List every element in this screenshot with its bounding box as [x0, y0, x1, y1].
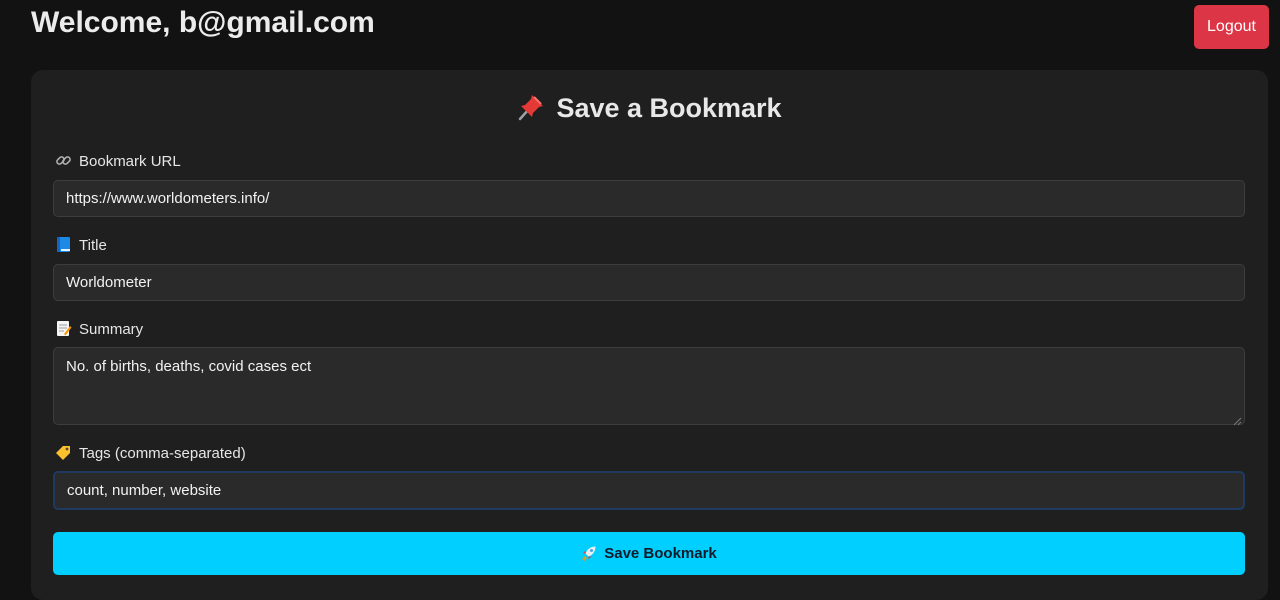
memo-icon	[55, 320, 72, 337]
pushpin-icon	[516, 92, 546, 122]
title-input[interactable]	[53, 264, 1245, 301]
link-icon	[55, 152, 72, 169]
form-title: Save a Bookmark	[0, 92, 1280, 124]
url-label: Bookmark URL	[55, 152, 181, 170]
logout-button[interactable]: Logout	[1194, 5, 1269, 49]
resize-grip-icon[interactable]	[1233, 413, 1242, 426]
tags-label: Tags (comma-separated)	[55, 444, 246, 462]
bookmark-form-card	[31, 70, 1268, 600]
summary-label-text: Summary	[79, 321, 144, 338]
tag-icon	[55, 444, 72, 461]
save-bookmark-button[interactable]: Save Bookmark	[53, 532, 1245, 575]
save-bookmark-label: Save Bookmark	[604, 545, 717, 562]
page-header: Welcome, b@gmail.com Logout	[0, 0, 1280, 60]
summary-textarea[interactable]: No. of births, deaths, covid cases ect	[53, 347, 1245, 425]
rocket-icon	[581, 545, 597, 561]
book-icon	[55, 236, 72, 253]
url-label-text: Bookmark URL	[79, 153, 181, 170]
title-label-text: Title	[79, 237, 107, 254]
tags-label-text: Tags (comma-separated)	[79, 445, 246, 462]
title-label: Title	[55, 236, 107, 254]
summary-label: Summary	[55, 320, 143, 338]
url-input[interactable]	[53, 180, 1245, 217]
welcome-heading: Welcome, b@gmail.com	[31, 6, 375, 39]
tags-input[interactable]	[53, 471, 1245, 510]
form-title-text: Save a Bookmark	[556, 93, 782, 123]
